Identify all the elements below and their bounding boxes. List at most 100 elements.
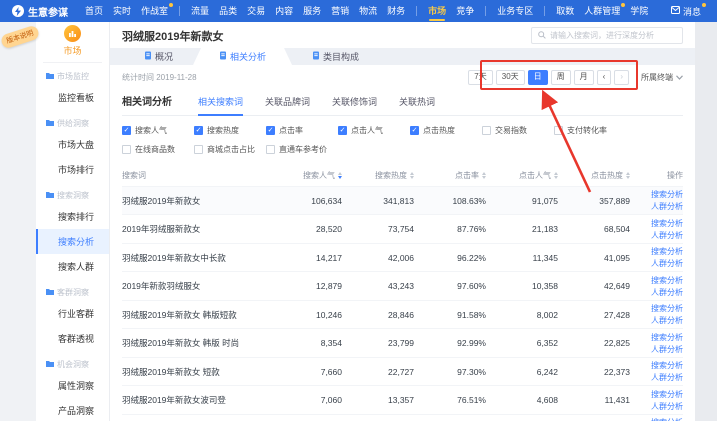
metric-checkbox[interactable]: 直通车参考价	[266, 144, 338, 155]
action-cell: 搜索分析人群分析	[630, 218, 683, 241]
nav-item[interactable]: 服务	[298, 0, 326, 22]
nav-item[interactable]: 取数	[551, 0, 579, 22]
brand[interactable]: 生意参谋	[12, 4, 68, 19]
table-header: 搜索词搜索人气搜索热度点击率点击人气点击热度操作	[122, 166, 683, 186]
metric-checkbox[interactable]: ✓搜索热度	[194, 125, 266, 136]
action-link[interactable]: 搜索分析	[651, 189, 683, 200]
nav-item[interactable]: 物流	[354, 0, 382, 22]
tab-doc-icon	[144, 51, 152, 62]
date-range-button[interactable]: 7天	[468, 70, 492, 85]
action-link[interactable]: 搜索分析	[651, 360, 683, 371]
date-range-button[interactable]: 周	[551, 70, 571, 85]
metric-checkbox[interactable]: 商城点击占比	[194, 144, 266, 155]
word-tab[interactable]: 关联修饰词	[332, 95, 377, 115]
folder-icon	[46, 288, 54, 297]
prev-period-button[interactable]: ‹	[597, 70, 612, 85]
sidebar-item[interactable]: 搜索人群	[36, 254, 109, 279]
metric-label: 支付转化率	[567, 125, 607, 136]
messages-button[interactable]: 消息	[667, 5, 709, 18]
table-header-cell[interactable]: 点击率	[414, 170, 486, 181]
page-tab-label: 概况	[155, 50, 173, 63]
action-link[interactable]: 搜索分析	[651, 218, 683, 229]
action-link[interactable]: 人群分析	[651, 315, 683, 326]
page-tab[interactable]: 相关分析	[193, 48, 292, 65]
table-header-cell[interactable]: 搜索热度	[342, 170, 414, 181]
action-link[interactable]: 人群分析	[651, 372, 683, 383]
nav-item[interactable]: 人群管理	[579, 0, 625, 22]
nav-item[interactable]: 内容	[270, 0, 298, 22]
word-tab[interactable]: 关联热词	[399, 95, 435, 115]
action-link[interactable]: 人群分析	[651, 344, 683, 355]
word-tab[interactable]: 关联品牌词	[265, 95, 310, 115]
value-cell: 22,825	[558, 338, 630, 348]
terminal-dropdown[interactable]: 所属终端	[641, 72, 683, 83]
table-header-cell[interactable]: 点击人气	[486, 170, 558, 181]
metric-checkbox[interactable]: ✓点击人气	[338, 125, 410, 136]
metric-label: 搜索人气	[135, 125, 167, 136]
sidebar-item[interactable]: 市场大盘	[36, 132, 109, 157]
value-cell: 6,352	[486, 338, 558, 348]
table-row: 羽绒服2019年新款女106,634341,813108.63%91,07535…	[122, 186, 683, 215]
action-link[interactable]: 搜索分析	[651, 332, 683, 343]
scrollbar-track[interactable]	[695, 22, 717, 421]
filter-row-2: 在线商品数商城点击占比直通车参考价	[122, 144, 683, 155]
metric-checkbox[interactable]: 在线商品数	[122, 144, 194, 155]
nav-item[interactable]: 业务专区	[492, 0, 538, 22]
sidebar-item[interactable]: 产品洞察	[36, 398, 109, 421]
nav-item[interactable]: 实时	[108, 0, 136, 22]
value-cell: 11,345	[486, 253, 558, 263]
table-row: 羽绒服2019年新款女中长款14,21742,00696.22%11,34541…	[122, 243, 683, 272]
sidebar-item[interactable]: 属性洞察	[36, 373, 109, 398]
nav-item[interactable]: 流量	[186, 0, 214, 22]
table-body: 羽绒服2019年新款女106,634341,813108.63%91,07535…	[122, 186, 683, 421]
action-link[interactable]: 人群分析	[651, 287, 683, 298]
sidebar-item[interactable]: 搜索分析	[36, 229, 109, 254]
table-header-cell[interactable]: 搜索人气	[270, 170, 342, 181]
metric-checkbox[interactable]: ✓搜索人气	[122, 125, 194, 136]
nav-item[interactable]: 营销	[326, 0, 354, 22]
nav-item[interactable]: 财务	[382, 0, 410, 22]
word-tab[interactable]: 相关搜索词	[198, 95, 243, 115]
page-tab[interactable]: 概况	[124, 48, 193, 65]
version-note-tag[interactable]: 版本说明	[0, 24, 40, 49]
sidebar-item[interactable]: 监控看板	[36, 85, 109, 110]
sidebar-item[interactable]: 搜索排行	[36, 204, 109, 229]
nav-item[interactable]: 作战室	[136, 0, 173, 22]
nav-item[interactable]: 首页	[80, 0, 108, 22]
metric-checkbox[interactable]: ✓点击热度	[410, 125, 482, 136]
action-link[interactable]: 人群分析	[651, 230, 683, 241]
action-cell: 搜索分析人群分析	[630, 389, 683, 412]
next-period-button[interactable]: ›	[614, 70, 629, 85]
main-header: 羽绒服2019年新款女 请输入搜索词，进行深度分析	[110, 22, 695, 48]
nav-item[interactable]: 竞争	[451, 0, 479, 22]
action-link[interactable]: 搜索分析	[651, 389, 683, 400]
keywords-table: 搜索词搜索人气搜索热度点击率点击人气点击热度操作 羽绒服2019年新款女106,…	[110, 166, 695, 421]
value-cell: 10,246	[270, 310, 342, 320]
action-link[interactable]: 人群分析	[651, 401, 683, 412]
date-range-button[interactable]: 30天	[496, 70, 525, 85]
sidebar-item[interactable]: 市场排行	[36, 157, 109, 182]
date-range-button[interactable]: 月	[574, 70, 594, 85]
column-label: 点击热度	[591, 170, 623, 181]
metric-checkbox[interactable]: 交易指数	[482, 125, 554, 136]
nav-item[interactable]: 品类	[214, 0, 242, 22]
action-cell: 搜索分析人群分析	[630, 275, 683, 298]
nav-item[interactable]: 交易	[242, 0, 270, 22]
action-link[interactable]: 人群分析	[651, 258, 683, 269]
sidebar-item[interactable]: 行业客群	[36, 301, 109, 326]
search-input[interactable]: 请输入搜索词，进行深度分析	[531, 27, 683, 44]
action-link[interactable]: 搜索分析	[651, 246, 683, 257]
table-header-cell[interactable]: 点击热度	[558, 170, 630, 181]
page-tab[interactable]: 类目构成	[292, 48, 379, 65]
action-link[interactable]: 搜索分析	[651, 417, 683, 421]
metric-checkbox[interactable]: 支付转化率	[554, 125, 626, 136]
metric-checkbox[interactable]: ✓点击率	[266, 125, 338, 136]
nav-item[interactable]: 市场	[423, 0, 451, 22]
sidebar-item[interactable]: 客群透视	[36, 326, 109, 351]
action-link[interactable]: 搜索分析	[651, 303, 683, 314]
action-cell: 搜索分析人群分析	[630, 360, 683, 383]
action-link[interactable]: 人群分析	[651, 201, 683, 212]
date-range-button[interactable]: 日	[528, 70, 548, 85]
action-link[interactable]: 搜索分析	[651, 275, 683, 286]
nav-item[interactable]: 学院	[625, 0, 653, 22]
